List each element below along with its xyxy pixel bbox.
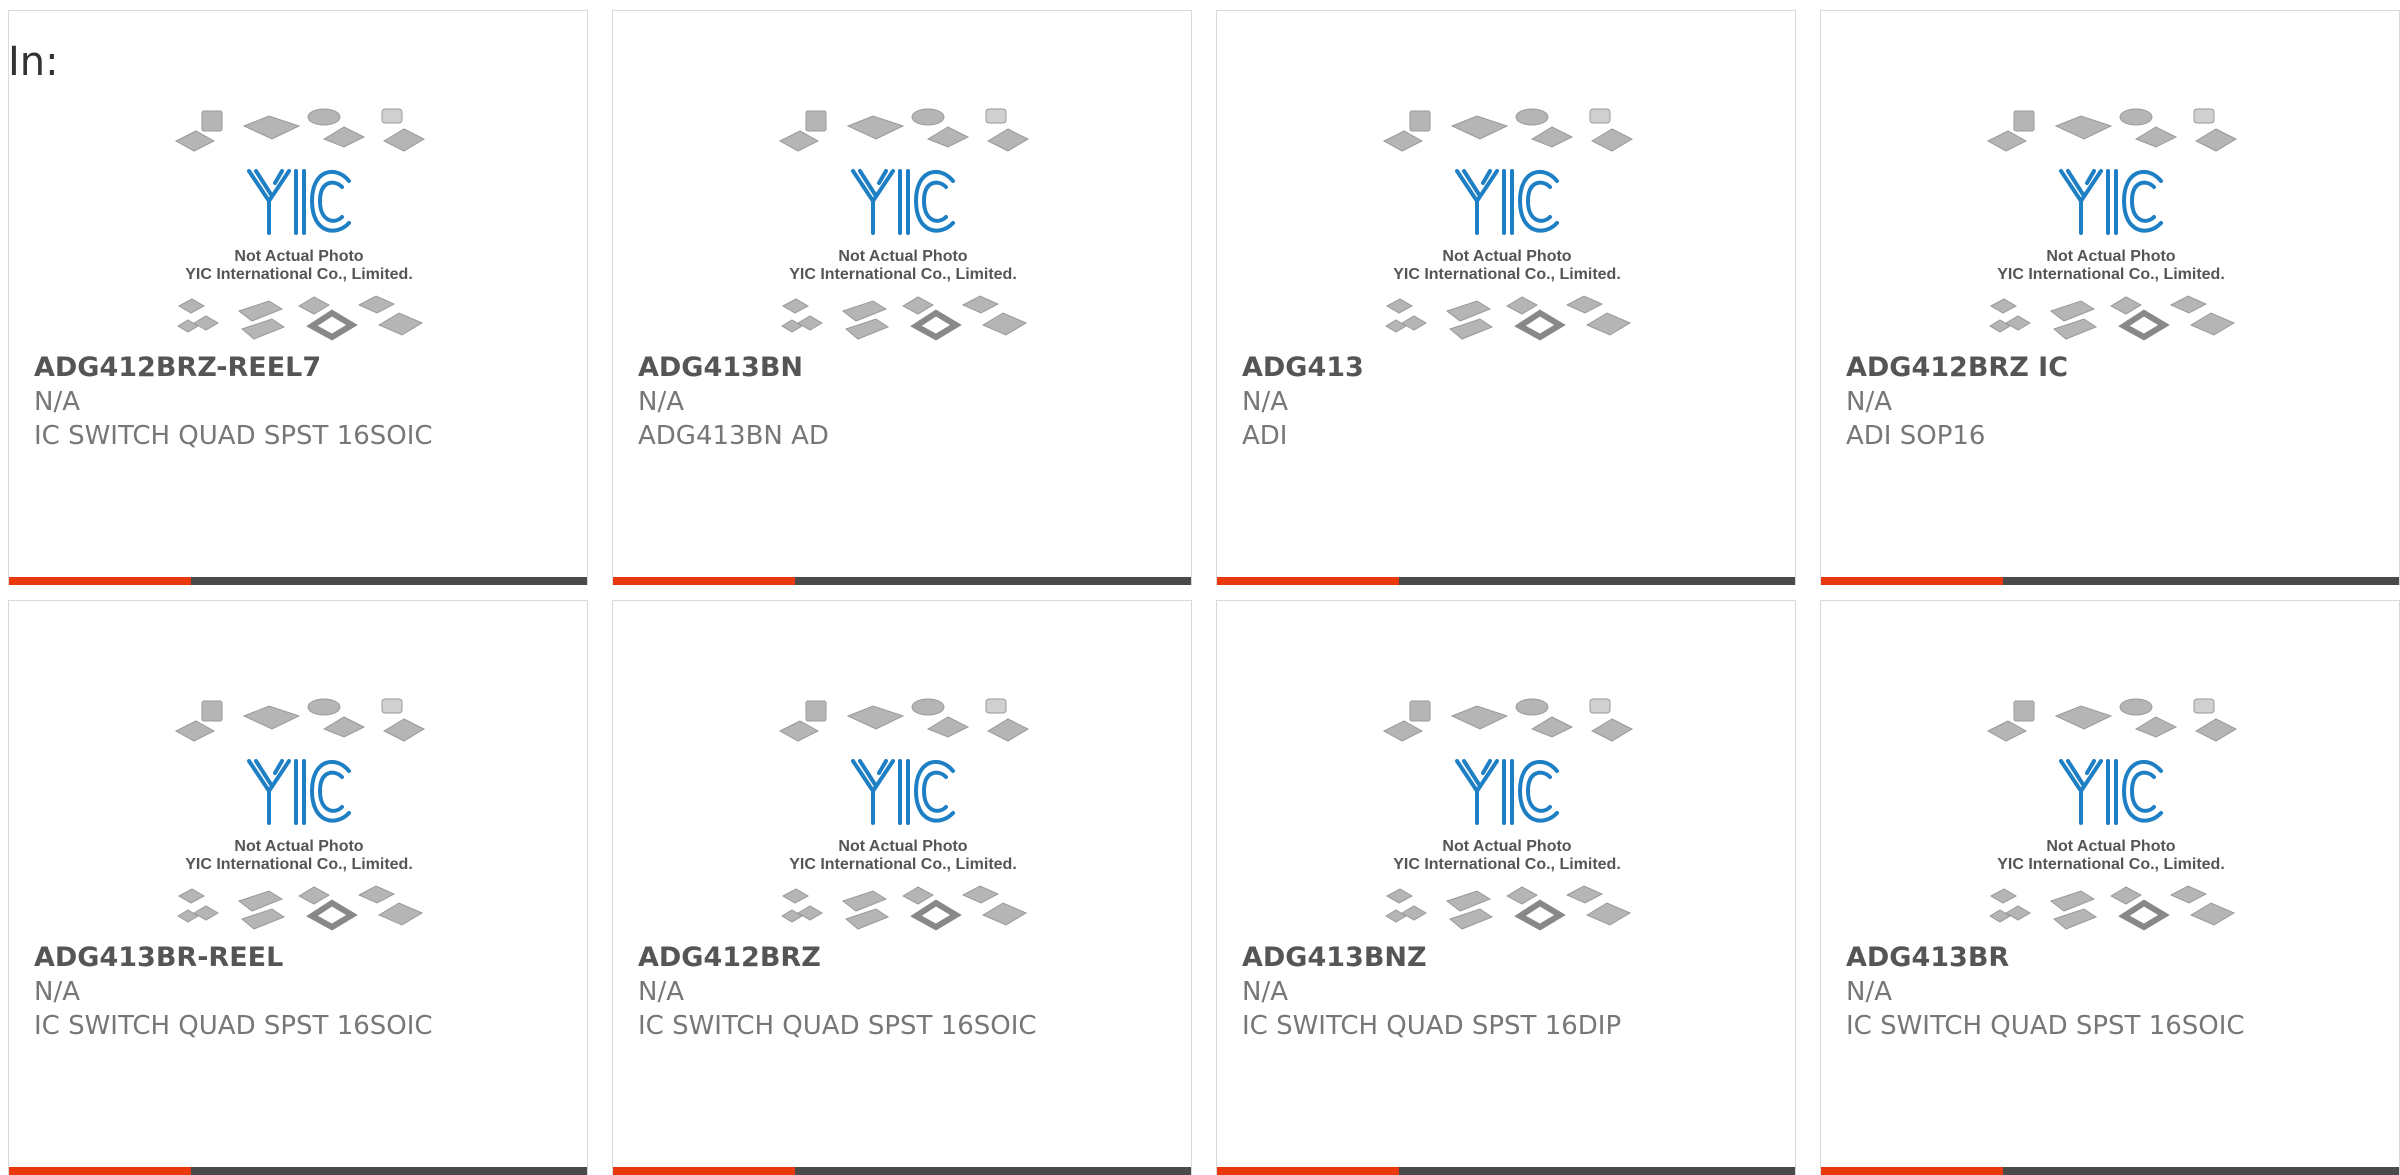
card-bottom-bar	[1217, 1167, 1795, 1175]
product-description: IC SWITCH QUAD SPST 16SOIC	[34, 421, 433, 451]
card-bar-accent	[613, 577, 795, 585]
product-manufacturer: N/A	[1846, 977, 1892, 1007]
product-manufacturer: N/A	[1242, 977, 1288, 1007]
product-grid: Not Actual Photo YIC International Co., …	[8, 10, 2400, 1175]
product-info: ADG413BNZ N/A IC SWITCH QUAD SPST 16DIP	[1242, 941, 1621, 1043]
product-description: IC SWITCH QUAD SPST 16SOIC	[1846, 1011, 2245, 1041]
placeholder-caption-1: Not Actual Photo	[2046, 248, 2175, 265]
product-description: ADG413BN AD	[638, 421, 829, 451]
product-description: IC SWITCH QUAD SPST 16SOIC	[638, 1011, 1037, 1041]
card-bar-accent	[1217, 1167, 1399, 1175]
product-info: ADG413BR-REEL N/A IC SWITCH QUAD SPST 16…	[34, 941, 433, 1043]
product-part-number[interactable]: ADG413BNZ	[1242, 941, 1621, 975]
product-manufacturer: N/A	[34, 387, 80, 417]
placeholder-caption-2: YIC International Co., Limited.	[185, 266, 413, 283]
card-bottom-bar	[613, 577, 1191, 585]
product-placeholder-image: Not Actual Photo YIC International Co., …	[1986, 698, 2238, 931]
product-part-number[interactable]: ADG413	[1242, 351, 1364, 385]
product-info: ADG412BRZ N/A IC SWITCH QUAD SPST 16SOIC	[638, 941, 1037, 1043]
product-part-number[interactable]: ADG413BR	[1846, 941, 2245, 975]
card-bar-accent	[1821, 1167, 2003, 1175]
placeholder-caption-2: YIC International Co., Limited.	[1393, 266, 1621, 283]
placeholder-caption-1: Not Actual Photo	[838, 838, 967, 855]
product-part-number[interactable]: ADG412BRZ-REEL7	[34, 351, 433, 385]
placeholder-caption-1: Not Actual Photo	[1442, 248, 1571, 265]
card-bar-accent	[613, 1167, 795, 1175]
placeholder-caption-2: YIC International Co., Limited.	[789, 266, 1017, 283]
card-bar-accent	[9, 577, 191, 585]
product-description: ADI	[1242, 421, 1288, 451]
product-part-number[interactable]: ADG412BRZ IC	[1846, 351, 2068, 385]
product-placeholder-image: Not Actual Photo YIC International Co., …	[778, 108, 1030, 341]
product-part-number[interactable]: ADG412BRZ	[638, 941, 1037, 975]
product-card[interactable]: Not Actual Photo YIC International Co., …	[1820, 600, 2400, 1175]
placeholder-caption-1: Not Actual Photo	[1442, 838, 1571, 855]
placeholder-caption-1: Not Actual Photo	[838, 248, 967, 265]
product-placeholder-image: Not Actual Photo YIC International Co., …	[1986, 108, 2238, 341]
card-bar-accent	[9, 1167, 191, 1175]
card-bottom-bar	[1217, 577, 1795, 585]
product-card[interactable]: Not Actual Photo YIC International Co., …	[612, 600, 1192, 1175]
product-part-number[interactable]: ADG413BN	[638, 351, 829, 385]
product-info: ADG413BN N/A ADG413BN AD	[638, 351, 829, 453]
placeholder-caption-2: YIC International Co., Limited.	[789, 856, 1017, 873]
filter-label: In:	[8, 39, 59, 85]
product-manufacturer: N/A	[638, 977, 684, 1007]
product-manufacturer: N/A	[1242, 387, 1288, 417]
product-manufacturer: N/A	[34, 977, 80, 1007]
card-bottom-bar	[613, 1167, 1191, 1175]
product-manufacturer: N/A	[1846, 387, 1892, 417]
product-card[interactable]: Not Actual Photo YIC International Co., …	[1820, 10, 2400, 585]
card-bottom-bar	[9, 1167, 587, 1175]
product-placeholder-image: Not Actual Photo YIC International Co., …	[778, 698, 1030, 931]
product-placeholder-image: Not Actual Photo YIC International Co., …	[174, 698, 426, 931]
card-bottom-bar	[1821, 1167, 2399, 1175]
card-bar-accent	[1821, 577, 2003, 585]
product-manufacturer: N/A	[638, 387, 684, 417]
product-part-number[interactable]: ADG413BR-REEL	[34, 941, 433, 975]
placeholder-caption-2: YIC International Co., Limited.	[1393, 856, 1621, 873]
product-info: ADG412BRZ-REEL7 N/A IC SWITCH QUAD SPST …	[34, 351, 433, 453]
card-bottom-bar	[1821, 577, 2399, 585]
placeholder-caption-1: Not Actual Photo	[234, 838, 363, 855]
product-card[interactable]: Not Actual Photo YIC International Co., …	[612, 10, 1192, 585]
product-info: ADG412BRZ IC N/A ADI SOP16	[1846, 351, 2068, 453]
product-card[interactable]: Not Actual Photo YIC International Co., …	[1216, 600, 1796, 1175]
product-description: IC SWITCH QUAD SPST 16SOIC	[34, 1011, 433, 1041]
placeholder-caption-1: Not Actual Photo	[2046, 838, 2175, 855]
placeholder-caption-2: YIC International Co., Limited.	[1997, 266, 2225, 283]
product-description: IC SWITCH QUAD SPST 16DIP	[1242, 1011, 1622, 1041]
placeholder-caption-2: YIC International Co., Limited.	[1997, 856, 2225, 873]
product-description: ADI SOP16	[1846, 421, 1986, 451]
product-placeholder-image: Not Actual Photo YIC International Co., …	[1382, 108, 1634, 341]
card-bottom-bar	[9, 577, 587, 585]
product-placeholder-image: Not Actual Photo YIC International Co., …	[1382, 698, 1634, 931]
product-card[interactable]: Not Actual Photo YIC International Co., …	[1216, 10, 1796, 585]
placeholder-caption-1: Not Actual Photo	[234, 248, 363, 265]
product-info: ADG413 N/A ADI	[1242, 351, 1364, 453]
placeholder-caption-2: YIC International Co., Limited.	[185, 856, 413, 873]
product-placeholder-image: Not Actual Photo YIC International Co., …	[174, 108, 426, 341]
product-card[interactable]: Not Actual Photo YIC International Co., …	[8, 600, 588, 1175]
product-info: ADG413BR N/A IC SWITCH QUAD SPST 16SOIC	[1846, 941, 2245, 1043]
product-card[interactable]: Not Actual Photo YIC International Co., …	[8, 10, 588, 585]
card-bar-accent	[1217, 577, 1399, 585]
